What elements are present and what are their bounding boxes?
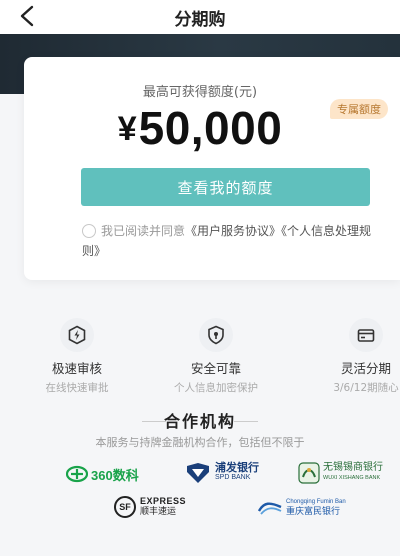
partners-subtitle: 本服务与持牌金融机构合作，包括但不限于 [95, 436, 305, 449]
partner-name: 重庆富民银行 [286, 507, 341, 517]
partner-subname: WUXI XISHANG BANK [323, 475, 381, 481]
partners-title: 合作机构 [163, 412, 236, 431]
partner-logo-fumin-bank: Chongqing Fumin Ban 重庆富民银行 [258, 497, 346, 517]
partner-subname: Chongqing Fumin Ban [286, 499, 346, 505]
quota-amount: ¥50,000 [24, 99, 376, 169]
feature-subtitle: 在线快速审批 [45, 382, 109, 394]
lightning-icon [60, 318, 94, 352]
feature-list: 极速审核 在线快速审批 安全可靠 个人信息加密保护 灵活分期 3/6/12期随心 [0, 318, 400, 394]
agreement-row: 我已阅读并同意《用户服务协议》《个人信息处理规则》 [82, 221, 378, 261]
feature-subtitle: 个人信息加密保护 [174, 382, 258, 394]
feature-fast-review: 极速审核 在线快速审批 [17, 318, 137, 395]
page-title: 分期购 [174, 9, 226, 30]
partner-name: 360数科 [91, 467, 139, 483]
divider-right [234, 421, 258, 422]
partner-logo-360shuke: 360数科 [66, 464, 139, 484]
feature-title: 安全可靠 [190, 361, 241, 376]
quota-label: 最高可获得额度(元) [142, 85, 258, 100]
sf-logo-icon: SF [114, 496, 136, 518]
agreement-prefix: 我已阅读并同意 [101, 224, 186, 238]
app-header: 分期购 [0, 0, 400, 34]
quota-card: 最高可获得额度(元) 专属额度 ¥50,000 查看我的额度 我已阅读并同意《用… [24, 57, 400, 280]
card-icon [349, 318, 383, 352]
currency-symbol: ¥ [117, 110, 137, 148]
partner-name: 顺丰速运 [140, 507, 177, 517]
back-button[interactable] [14, 3, 40, 29]
chevron-left-icon [20, 5, 34, 27]
fumin-logo-icon [258, 502, 282, 515]
amount-value: 50,000 [138, 102, 283, 154]
partner-logo-sf-express: SF EXPRESS 顺丰速运 [114, 496, 186, 518]
partner-name: 浦发银行 [215, 461, 259, 474]
feature-flexible-installments: 灵活分期 3/6/12期随心 [306, 318, 400, 395]
view-quota-button[interactable]: 查看我的额度 [81, 168, 370, 206]
partner-subname: SPD BANK [215, 474, 251, 481]
360-logo-icon [66, 465, 88, 483]
xishang-logo-icon [298, 462, 320, 484]
partner-subname: EXPRESS [140, 496, 187, 506]
partner-name: 无锡锡商银行 [323, 462, 383, 473]
partner-logo-spdb: 浦发银行 SPD BANK [185, 462, 259, 484]
feature-title: 极速审核 [51, 361, 102, 376]
feature-secure: 安全可靠 个人信息加密保护 [156, 318, 276, 395]
user-agreement-link[interactable]: 《用户服务协议》 [185, 224, 281, 238]
feature-subtitle: 3/6/12期随心 [333, 382, 399, 394]
agree-radio[interactable] [82, 224, 96, 238]
lock-shield-icon [199, 318, 233, 352]
feature-title: 灵活分期 [340, 361, 391, 376]
partner-logo-xishang: 无锡锡商银行 WUXI XISHANG BANK [298, 462, 383, 484]
spdb-logo-icon [187, 463, 209, 483]
